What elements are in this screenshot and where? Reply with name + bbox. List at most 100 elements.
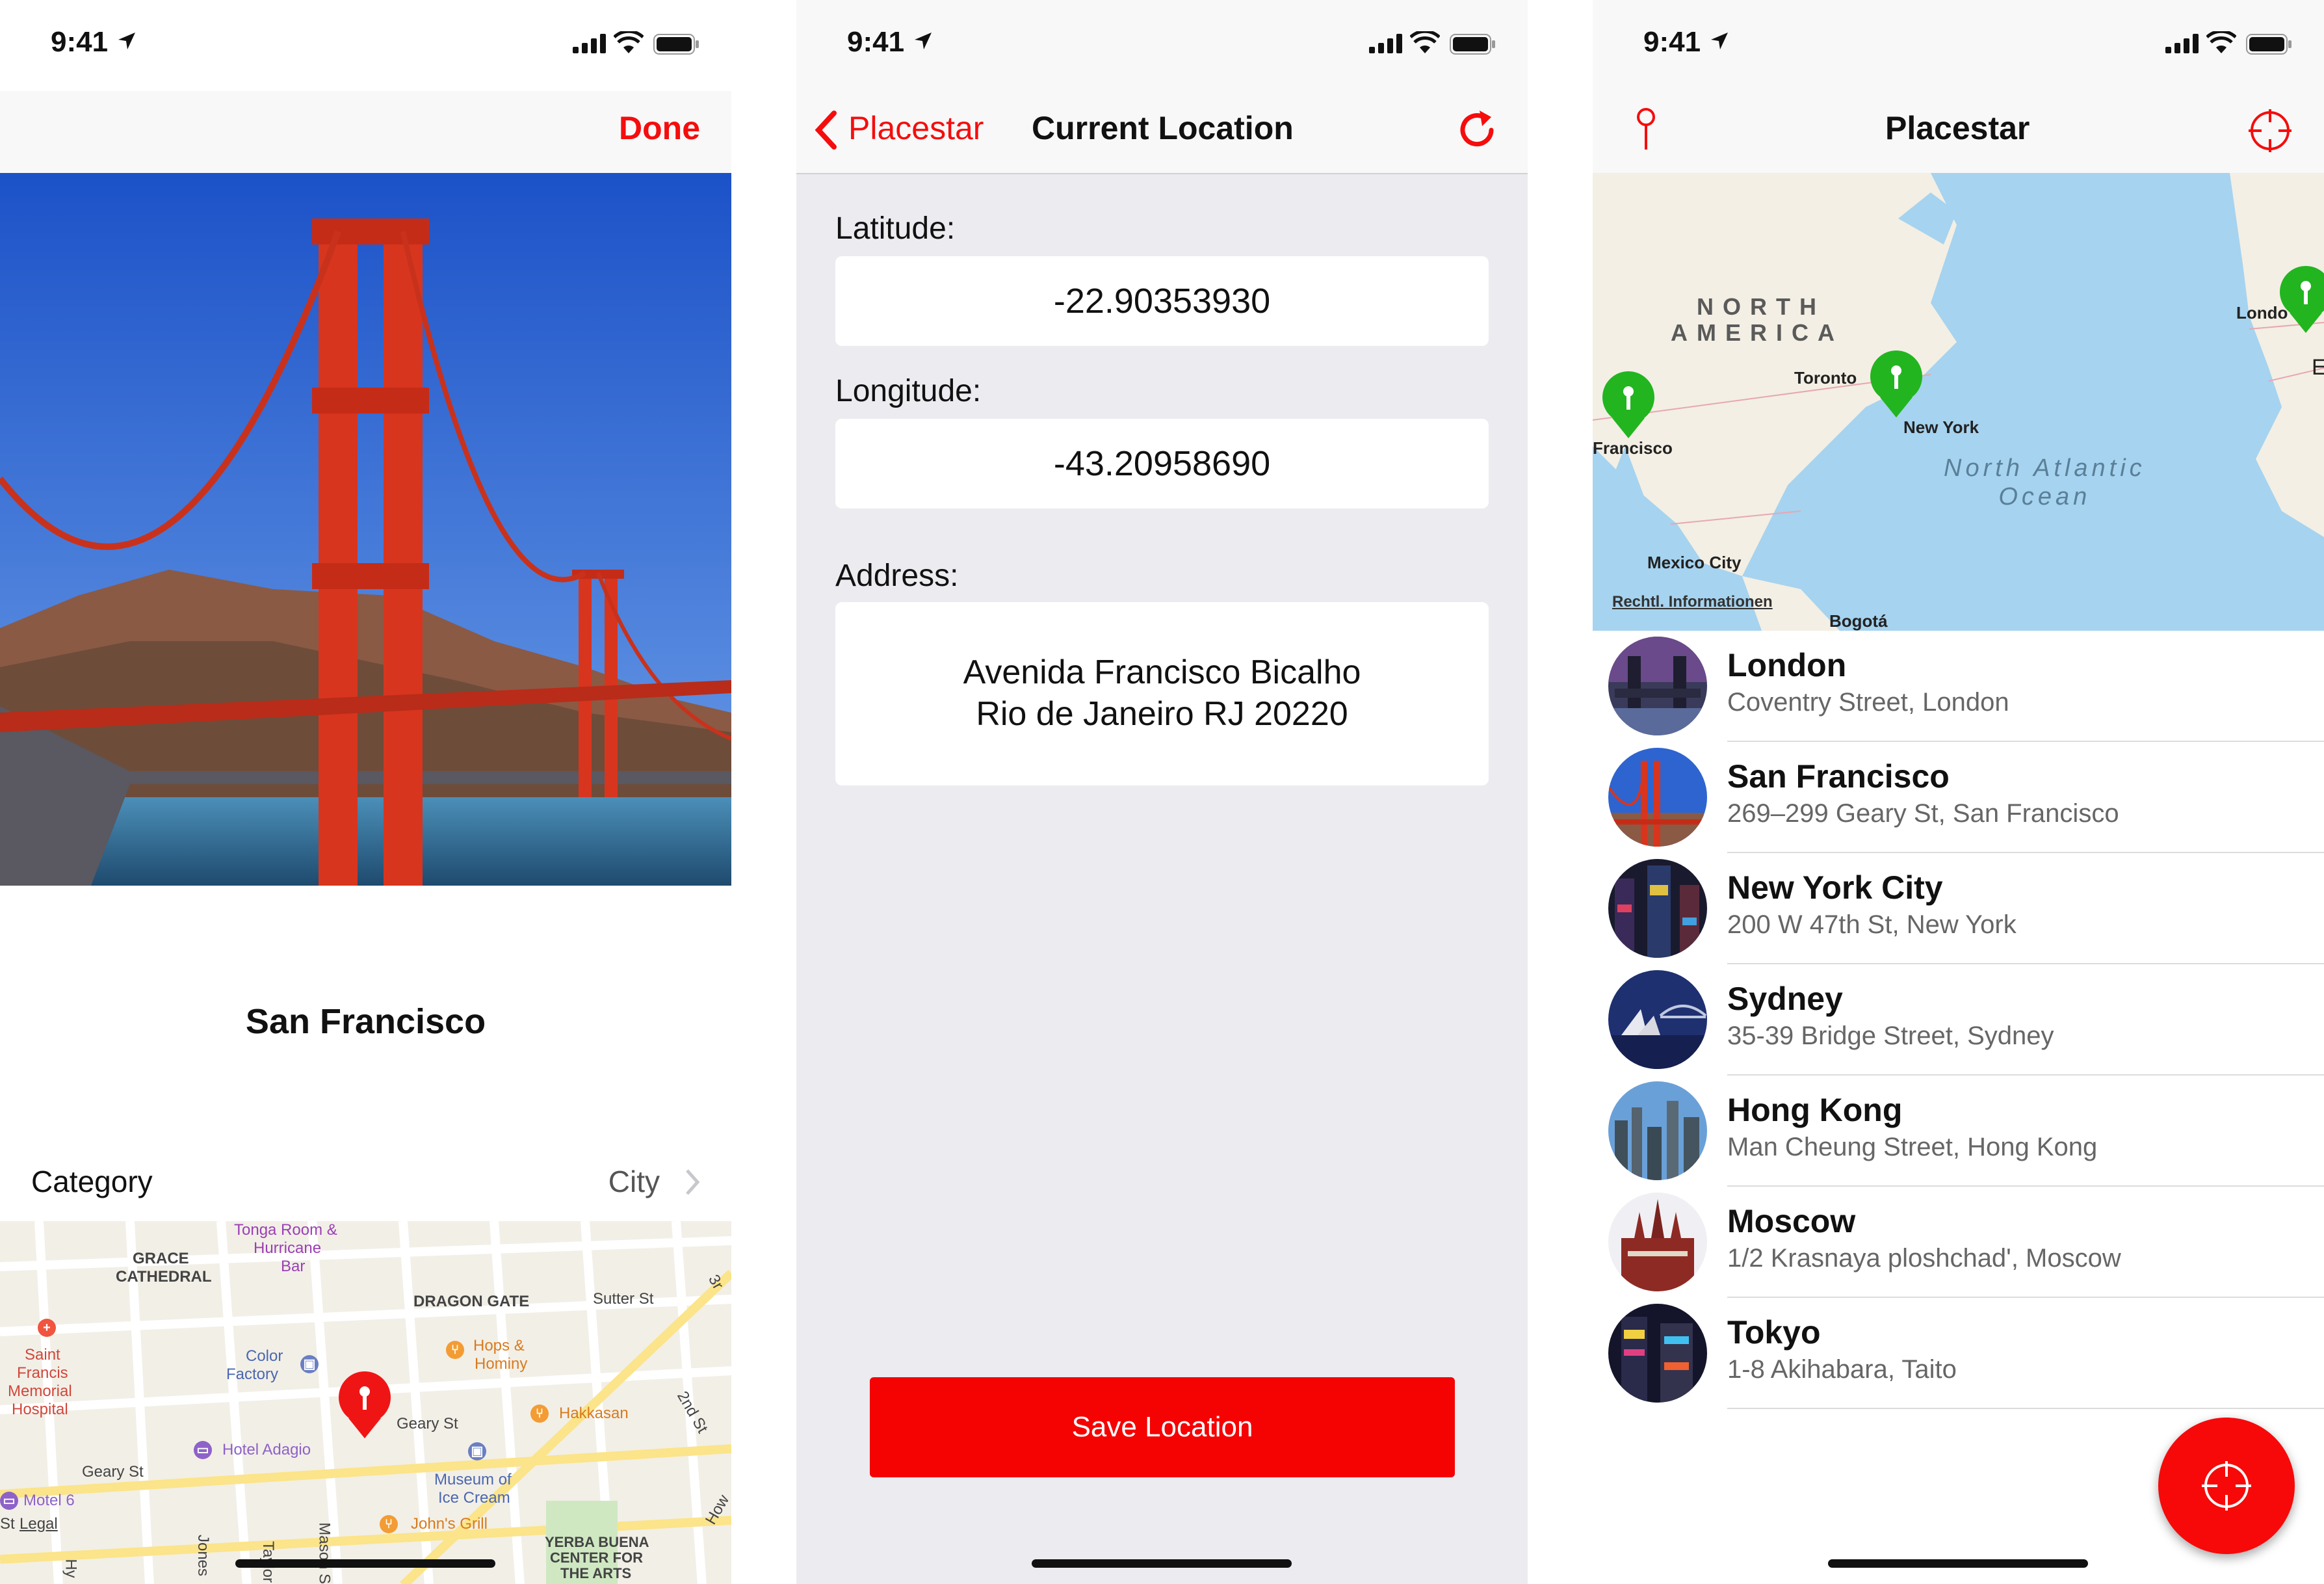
map-label-francis: Francis (17, 1364, 68, 1382)
map-label-the-arts: THE ARTS (560, 1565, 632, 1581)
longitude-label: Longitude: (835, 374, 982, 408)
map-label-hurricane: Hurricane (254, 1239, 322, 1257)
longitude-field[interactable]: -43.20958690 (835, 419, 1489, 508)
status-time: 9:41 (51, 26, 109, 58)
world-map[interactable]: NORTH AMERICA Toronto New York Francisco… (1593, 173, 2324, 631)
list-item[interactable]: New York City 200 W 47th St, New York (1593, 853, 2324, 964)
map-label-ice-cream: Ice Cream (438, 1489, 510, 1507)
done-button[interactable]: Done (619, 109, 700, 147)
hotel-icon-2: ▭ (0, 1492, 18, 1510)
place-name: Sydney (1727, 981, 1843, 1017)
address-label: Address: (835, 559, 959, 593)
map-label-hakkasan: Hakkasan (559, 1405, 629, 1422)
signal-icon (2165, 34, 2199, 53)
label-new-york: New York (1903, 417, 1979, 437)
address-field[interactable]: Avenida Francisco Bicalho Rio de Janeiro… (835, 602, 1489, 785)
list-item[interactable]: Hong Kong Man Cheung Street, Hong Kong (1593, 1076, 2324, 1187)
places-list: London Coventry Street, London San Franc… (1593, 631, 2324, 1409)
latitude-label: Latitude: (835, 211, 956, 246)
back-button[interactable]: Placestar (848, 109, 984, 147)
status-time: 9:41 (847, 26, 905, 58)
place-address: 200 W 47th St, New York (1727, 910, 2017, 939)
places-navbar: Placestar (1593, 91, 2324, 174)
detail-navbar: Done (0, 91, 731, 174)
place-name: Hong Kong (1727, 1092, 1903, 1128)
location-map[interactable]: Tonga Room & Hurricane Bar GRACE CATHEDR… (0, 1221, 731, 1584)
label-ocean-line2: Ocean (1998, 483, 2091, 510)
list-item[interactable]: Moscow 1/2 Krasnaya ploshchad', Moscow (1593, 1187, 2324, 1298)
signal-icon (573, 34, 606, 53)
label-ocean: North Atlantic Ocean (1944, 454, 2146, 511)
pin-icon[interactable] (1634, 107, 1658, 151)
label-america: AMERICA (1671, 319, 1844, 346)
label-san-francisco: Francisco (1593, 438, 1673, 458)
restaurant-icon-3: ⑂ (380, 1515, 398, 1533)
list-item[interactable]: Tokyo 1-8 Akihabara, Taito (1593, 1298, 2324, 1409)
back-chevron-icon[interactable] (813, 109, 839, 151)
place-name: London (1727, 647, 1847, 683)
place-address: 35-39 Bridge Street, Sydney (1727, 1022, 2054, 1050)
label-north: NORTH (1697, 293, 1825, 320)
place-thumbnail (1608, 637, 1707, 735)
list-item[interactable]: Sydney 35-39 Bridge Street, Sydney (1593, 964, 2324, 1076)
list-item[interactable]: San Francisco 269–299 Geary St, San Fran… (1593, 742, 2324, 853)
map-label-museum: Museum of (434, 1471, 512, 1488)
place-address: 269–299 Geary St, San Francisco (1727, 799, 2119, 828)
museum-icon: ▣ (300, 1355, 319, 1373)
map-label-johns-grill: John's Grill (411, 1515, 488, 1533)
map-legal-link[interactable]: Legal (20, 1515, 58, 1533)
place-name: Tokyo (1727, 1314, 1821, 1351)
signal-icon (1369, 34, 1402, 53)
label-mexico-city: Mexico City (1647, 553, 1742, 572)
page-title: Current Location (1032, 110, 1294, 146)
green-pin-icon-sf[interactable] (1600, 369, 1656, 440)
green-pin-icon-london[interactable] (2278, 264, 2324, 334)
list-item[interactable]: London Coventry Street, London (1593, 631, 2324, 742)
home-indicator (235, 1559, 495, 1568)
map-label-bar: Bar (281, 1258, 306, 1275)
hotel-icon: ▭ (194, 1441, 212, 1459)
place-thumbnail (1608, 859, 1707, 958)
home-indicator (1828, 1559, 2088, 1568)
map-label-jones: Jones (194, 1534, 213, 1577)
battery-icon (2246, 34, 2291, 55)
label-bogota: Bogotá (1829, 611, 1888, 631)
location-pin-icon[interactable] (337, 1369, 393, 1440)
label-toronto: Toronto (1794, 368, 1857, 388)
place-address: 1/2 Krasnaya ploshchad', Moscow (1727, 1244, 2121, 1273)
green-pin-icon-ny[interactable] (1868, 349, 1924, 419)
map-label-mason: Mason St (315, 1522, 333, 1584)
map-label-tonga: Tonga Room & (234, 1221, 337, 1239)
refresh-icon[interactable] (1455, 108, 1499, 155)
chevron-right-icon (686, 1169, 700, 1195)
latitude-field[interactable]: -22.90353930 (835, 256, 1489, 346)
place-title: San Francisco (245, 1002, 486, 1041)
place-name: San Francisco (1727, 758, 1950, 795)
map-label-saint: Saint (25, 1346, 60, 1364)
map-label-motel6: Motel 6 (23, 1492, 75, 1509)
status-time: 9:41 (1643, 26, 1701, 58)
save-location-button[interactable]: Save Location (870, 1377, 1455, 1477)
current-location-screen: 9:41 Placestar Current Location Latitude… (796, 0, 1528, 1584)
map-label-sutter: Sutter St (593, 1290, 654, 1308)
restaurant-icon-2: ⑂ (530, 1405, 549, 1423)
map-label-cathedral: CATHEDRAL (116, 1268, 212, 1286)
legal-link[interactable]: Rechtl. Informationen (1612, 593, 1773, 611)
place-thumbnail (1608, 1304, 1707, 1403)
map-label-hops: Hops & (473, 1337, 525, 1354)
crosshair-icon[interactable] (2247, 108, 2293, 153)
hospital-icon: + (38, 1319, 56, 1337)
museum-icon-2: ▣ (468, 1442, 486, 1460)
page-title: Placestar (1885, 110, 2030, 146)
place-name: Moscow (1727, 1203, 1856, 1239)
category-value: City (608, 1165, 660, 1198)
place-thumbnail (1608, 1081, 1707, 1180)
map-label-geary-2: Geary St (82, 1463, 144, 1481)
place-name: New York City (1727, 869, 1943, 906)
address-line2: Rio de Janeiro RJ 20220 (976, 695, 1348, 733)
location-arrow-icon (118, 33, 135, 49)
location-arrow-icon (1711, 33, 1728, 49)
place-detail-screen: 9:41 Done San Francisco Category City To… (0, 0, 731, 1584)
category-row[interactable]: Category City (0, 1151, 731, 1219)
locate-me-button[interactable] (2158, 1418, 2295, 1554)
